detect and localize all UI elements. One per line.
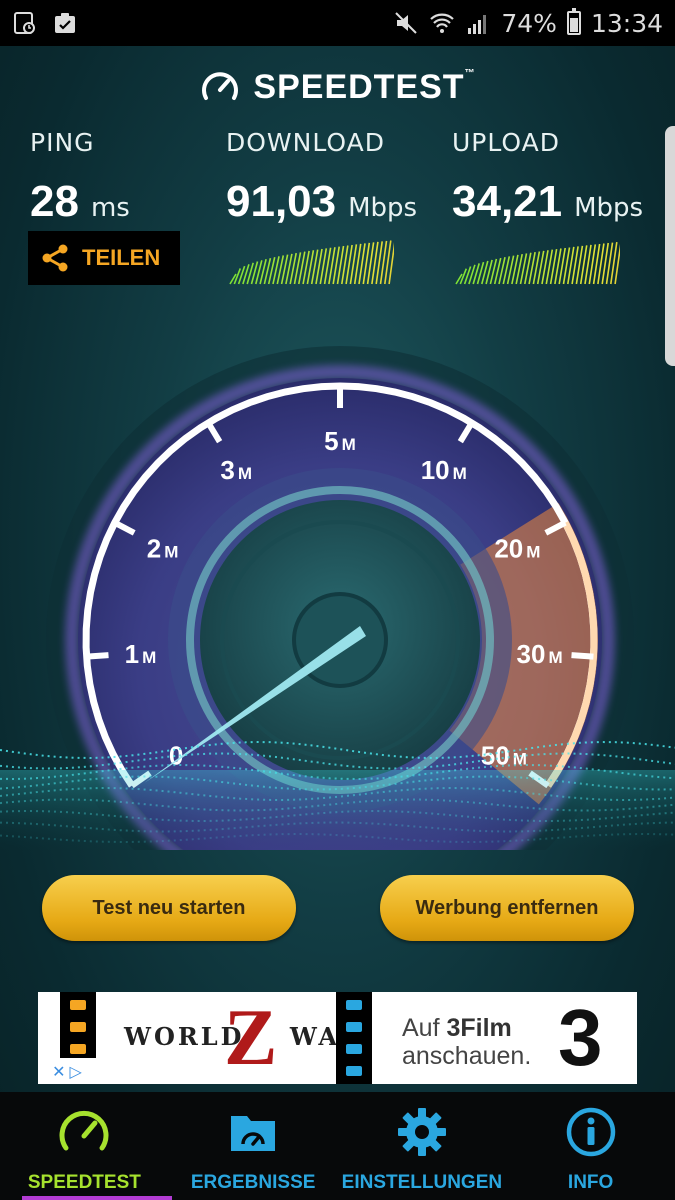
share-label: TEILEN: [82, 245, 161, 270]
share-icon: [42, 244, 68, 272]
logo-text: SPEEDTEST™: [253, 67, 476, 106]
film-strip-right: [336, 992, 372, 1084]
ad-brand-logo: 3: [558, 993, 603, 1082]
ad-text: Auf 3Film anschauen.: [402, 1014, 532, 1070]
clock: 13:34: [590, 8, 663, 38]
gauge-tick: [86, 652, 109, 660]
speedometer-icon: [59, 1110, 109, 1151]
upload-label: UPLOAD: [452, 128, 561, 157]
battery-percent: 74%: [501, 8, 557, 38]
nav-info[interactable]: INFO: [506, 1092, 675, 1200]
download-value: 91,03: [226, 177, 337, 226]
nav-results[interactable]: ERGEBNISSE: [169, 1092, 338, 1200]
ping-value: 28: [30, 177, 79, 226]
restart-test-button[interactable]: Test neu starten: [42, 875, 296, 941]
nav-settings[interactable]: EINSTELLUNGEN: [338, 1092, 507, 1200]
wifi-icon: [430, 13, 455, 33]
gauge-label: 0: [169, 741, 183, 771]
ad-choices-close[interactable]: ✕ ▷: [38, 1058, 96, 1084]
speedtest-logo-icon: [202, 72, 239, 100]
share-button[interactable]: TEILEN: [28, 231, 180, 285]
download-label: DOWNLOAD: [226, 128, 385, 157]
results-folder-icon: [231, 1116, 276, 1151]
upload-unit: Mbps: [574, 193, 644, 223]
nav-label: ERGEBNISSE: [190, 1172, 316, 1193]
adchoices-icon[interactable]: ▷: [70, 1062, 82, 1081]
upload-speed-graph: [455, 242, 620, 285]
ping-unit: ms: [90, 193, 130, 223]
gauge-tick: [571, 652, 594, 660]
bottom-navigation: SPEEDTEST ERGEBNISSE EINSTELLUNGEN INFO: [0, 1092, 675, 1200]
ad-movie-logo-z: Z: [224, 994, 278, 1082]
screenshot-icon: [14, 12, 35, 34]
download-unit: Mbps: [348, 193, 418, 223]
nav-speedtest[interactable]: SPEEDTEST: [0, 1092, 169, 1200]
ad-banner[interactable]: WORLD WAR Z Auf 3Film anschauen. 3 ✕ ▷: [38, 992, 637, 1084]
speed-gauge: 01 M2 M3 M5 M10 M20 M30 M50 M: [0, 346, 675, 850]
app-header: SPEEDTEST™: [0, 66, 675, 108]
ping-metric: PING 28 ms: [30, 128, 130, 227]
upload-metric: UPLOAD 34,21 Mbps: [452, 128, 643, 227]
nav-label: INFO: [567, 1172, 614, 1193]
nav-label: EINSTELLUNGEN: [341, 1172, 503, 1193]
gear-icon: [397, 1108, 446, 1156]
mute-icon: [395, 12, 418, 34]
active-tab-indicator: [22, 1196, 172, 1200]
info-icon: [566, 1107, 615, 1157]
download-metric: DOWNLOAD 91,03 Mbps: [226, 128, 417, 227]
upload-value: 34,21: [452, 177, 563, 226]
status-bar: 74% 13:34: [0, 0, 675, 46]
battery-icon: [566, 8, 581, 35]
signal-icon: [468, 15, 487, 34]
download-speed-graph: [229, 240, 394, 285]
remove-ads-button[interactable]: Werbung entfernen: [380, 875, 634, 941]
close-icon[interactable]: ✕: [52, 1062, 65, 1081]
clipboard-icon: [55, 13, 75, 33]
nav-label: SPEEDTEST: [27, 1172, 141, 1193]
ping-label: PING: [30, 128, 95, 157]
